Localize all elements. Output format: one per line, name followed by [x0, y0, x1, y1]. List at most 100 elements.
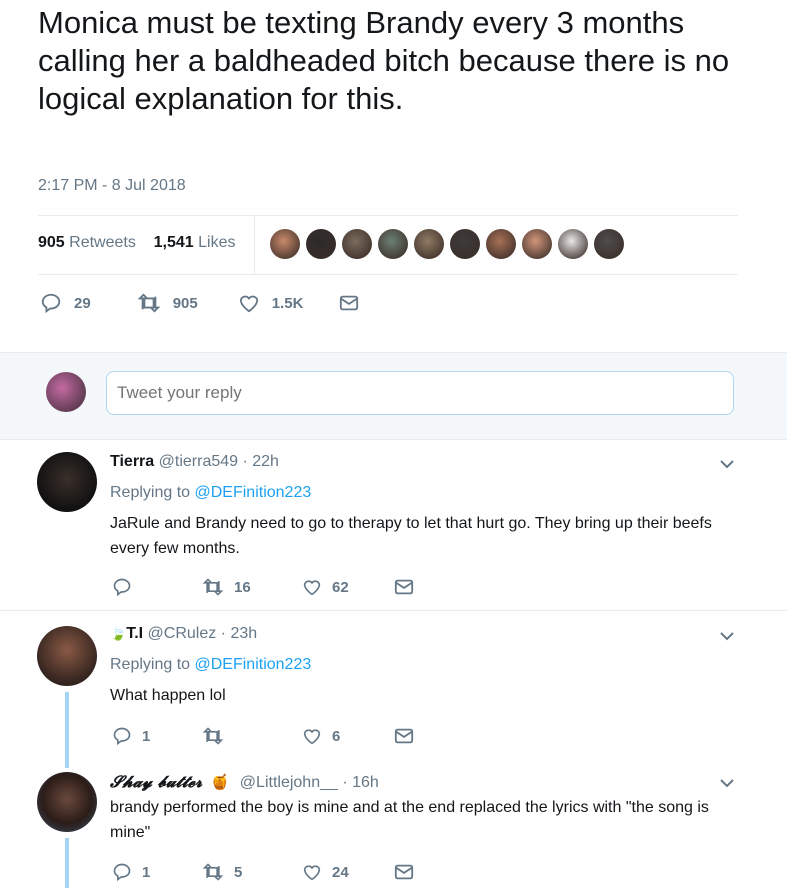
divider: [38, 215, 738, 216]
reply-text: brandy performed the boy is mine and at …: [110, 799, 709, 841]
reply-icon: [113, 727, 131, 746]
retweets-label: Retweets: [69, 234, 136, 251]
heart-icon: [303, 729, 321, 745]
dm-button[interactable]: [394, 863, 414, 881]
stats-separator: [254, 216, 255, 274]
reply-author-name[interactable]: 𝓢𝓱𝓪𝔂 𝓫𝓾𝓽𝓽𝓮𝓻: [110, 772, 202, 791]
dm-button[interactable]: [394, 727, 414, 745]
reply-icon: [113, 578, 131, 597]
reply-actions: 16 62: [112, 577, 414, 597]
liker-avatar[interactable]: [558, 229, 588, 259]
liker-avatar[interactable]: [270, 229, 300, 259]
reply-count: 1: [142, 863, 151, 881]
reply-count: 1: [142, 727, 151, 745]
heart-icon: [239, 295, 258, 313]
thread-line: [65, 692, 69, 768]
envelope-icon: [394, 864, 414, 880]
replying-prefix: Replying to: [110, 484, 191, 501]
reply-button[interactable]: 1: [112, 726, 202, 746]
likes-count: 1,541: [153, 234, 194, 251]
retweet-count: 5: [234, 863, 243, 881]
liker-avatar[interactable]: [486, 229, 516, 259]
thread-line: [65, 838, 69, 888]
retweet-icon: [202, 578, 224, 596]
reply-actions: 1 6: [112, 726, 414, 746]
liker-avatar[interactable]: [342, 229, 372, 259]
envelope-icon: [394, 728, 414, 744]
replying-to: Replying to @DEFinition223: [110, 656, 311, 674]
avatar[interactable]: [37, 452, 97, 512]
liker-avatar[interactable]: [522, 229, 552, 259]
retweet-button[interactable]: 905: [137, 292, 198, 314]
reply-author-name[interactable]: Tierra: [110, 453, 154, 470]
retweet-icon: [202, 727, 224, 745]
reply-author-handle[interactable]: @tierra549 · 22h: [159, 453, 279, 470]
reply-count: 29: [74, 294, 91, 312]
reply-author-handle[interactable]: @Littlejohn__ · 16h: [240, 774, 379, 791]
like-count: 24: [332, 863, 349, 881]
chevron-down-icon[interactable]: [718, 455, 736, 478]
replying-to-link[interactable]: @DEFinition223: [195, 656, 312, 673]
retweets-count: 905: [38, 234, 65, 251]
avatar[interactable]: [37, 772, 97, 832]
retweet-button[interactable]: [202, 726, 302, 746]
replying-to-link[interactable]: @DEFinition223: [195, 484, 312, 501]
retweet-icon: [137, 293, 161, 313]
replying-prefix: Replying to: [110, 656, 191, 673]
like-count: 62: [332, 578, 349, 596]
like-count: 1.5K: [271, 294, 304, 312]
reply-button[interactable]: 1: [112, 862, 202, 882]
reply-icon: [113, 863, 131, 882]
envelope-icon: [394, 579, 414, 595]
tweet-timestamp[interactable]: 2:17 PM - 8 Jul 2018: [38, 177, 186, 195]
retweets-stat[interactable]: 905 Retweets: [38, 234, 136, 251]
chevron-down-icon[interactable]: [718, 627, 736, 650]
liker-avatar[interactable]: [414, 229, 444, 259]
envelope-icon: [340, 295, 359, 311]
like-button[interactable]: 1.5K: [238, 293, 304, 313]
liker-avatar[interactable]: [306, 229, 336, 259]
reply-author-handle[interactable]: @CRulez · 23h: [148, 625, 258, 642]
reply-text: JaRule and Brandy need to go to therapy …: [110, 515, 712, 557]
avatar[interactable]: [46, 372, 86, 412]
divider: [0, 610, 787, 611]
liker-avatar[interactable]: [450, 229, 480, 259]
like-button[interactable]: 24: [302, 863, 394, 881]
like-count: 6: [332, 727, 341, 745]
dm-button[interactable]: [394, 578, 414, 596]
chevron-down-icon[interactable]: [718, 774, 736, 797]
retweet-count: 905: [172, 294, 198, 312]
honey-emoji-icon: 🍯: [210, 774, 230, 791]
liker-avatars: [270, 229, 630, 259]
reply-header: 𝓢𝓱𝓪𝔂 𝓫𝓾𝓽𝓽𝓮𝓻 🍯 @Littlejohn__ · 16h: [110, 772, 379, 792]
tweet-actions: 29 905 1.5K: [40, 292, 359, 314]
reply-author-label: T.I: [126, 625, 144, 642]
emoji-icon: 🍃: [110, 626, 127, 641]
retweet-button[interactable]: 16: [202, 577, 302, 597]
retweet-icon: [202, 863, 224, 881]
heart-icon: [303, 580, 321, 596]
reply-button[interactable]: [112, 577, 202, 597]
like-button[interactable]: 62: [302, 578, 394, 596]
reply-actions: 1 5 24: [112, 862, 414, 882]
retweet-count: 16: [234, 578, 251, 596]
like-button[interactable]: 6: [302, 727, 394, 745]
reply-icon: [41, 293, 61, 314]
retweet-button[interactable]: 5: [202, 862, 302, 882]
reply-header: Tierra @tierra549 · 22h: [110, 453, 279, 471]
heart-icon: [303, 865, 321, 881]
avatar[interactable]: [37, 626, 97, 686]
liker-avatar[interactable]: [378, 229, 408, 259]
replying-to: Replying to @DEFinition223: [110, 484, 311, 502]
tweet-stats: 905 Retweets 1,541 Likes: [38, 234, 236, 252]
reply-header: 🍃T.I @CRulez · 23h: [110, 625, 257, 643]
liker-avatar[interactable]: [594, 229, 624, 259]
likes-label: Likes: [198, 234, 236, 251]
dm-button[interactable]: [339, 294, 359, 312]
reply-input[interactable]: [106, 371, 734, 415]
likes-stat[interactable]: 1,541 Likes: [154, 234, 236, 251]
reply-author-name[interactable]: 🍃T.I: [110, 625, 143, 642]
reply-text: What happen lol: [110, 687, 226, 704]
reply-button[interactable]: 29: [40, 292, 91, 314]
divider: [38, 274, 738, 275]
